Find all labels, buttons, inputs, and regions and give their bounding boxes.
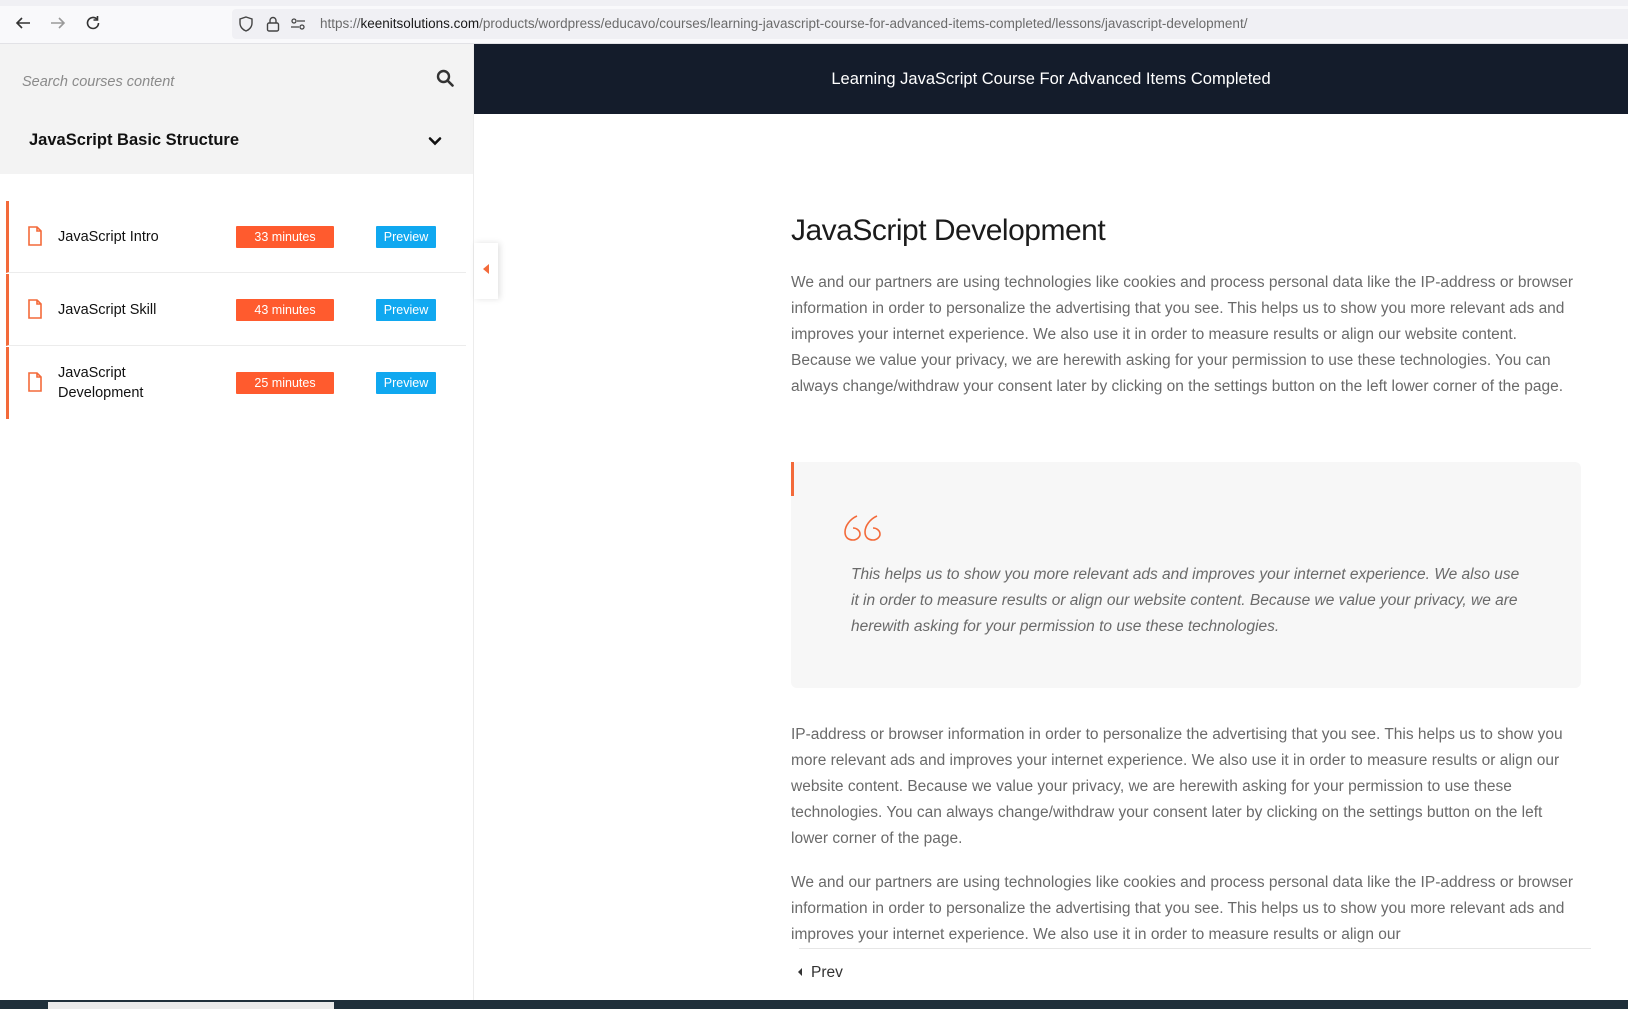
address-bar[interactable]: https://keenitsolutions.com/products/wor… [232,9,1628,39]
prev-button[interactable]: Prev [797,964,843,982]
caret-left-icon [797,964,803,982]
preview-badge[interactable]: Preview [376,372,436,394]
blockquote: This helps us to show you more relevant … [791,462,1581,688]
chevron-down-icon[interactable] [428,134,448,154]
course-title: Learning JavaScript Course For Advanced … [831,69,1271,88]
url-host: keenitsolutions.com [360,16,480,31]
lesson-heading: JavaScript Development [791,214,1106,247]
preview-badge[interactable]: Preview [376,299,436,321]
permissions-icon[interactable] [290,16,306,37]
paragraph-2: IP-address or browser information in ord… [791,726,1563,847]
lesson-title: JavaScript Development [58,365,144,401]
course-header: Learning JavaScript Course For Advanced … [474,44,1628,114]
url-prefix: https:// [320,16,361,31]
duration-badge: 33 minutes [236,226,334,248]
duration-badge: 25 minutes [236,372,334,394]
lesson-item-javascript-development[interactable]: JavaScript Development 25 minutes Previe… [6,347,466,419]
section-title[interactable]: JavaScript Basic Structure [29,131,239,150]
sidebar-toggle-button[interactable] [474,243,498,299]
lesson-title: JavaScript Intro [58,229,159,245]
paragraph-1: We and our partners are using technologi… [791,274,1574,395]
browser-toolbar: https://keenitsolutions.com/products/wor… [0,0,1628,44]
duration-badge: 43 minutes [236,299,334,321]
nav-divider [799,948,1591,949]
document-icon [27,226,45,248]
lesson-title: JavaScript Skill [58,302,157,318]
lock-icon[interactable] [266,16,280,37]
course-sidebar: JavaScript Basic Structure JavaScript In… [0,44,474,1000]
url-path: /products/wordpress/educavo/courses/lear… [479,16,1248,31]
reload-icon[interactable] [82,12,104,34]
lesson-item-javascript-intro[interactable]: JavaScript Intro 33 minutes Preview [6,201,466,273]
url-text[interactable]: https://keenitsolutions.com/products/wor… [320,16,1247,31]
caret-left-icon [482,262,490,280]
paragraph-3: We and our partners are using technologi… [791,874,1574,943]
lesson-item-javascript-skill[interactable]: JavaScript Skill 43 minutes Preview [6,274,466,346]
tab-strip [0,0,1628,6]
document-icon [27,372,45,394]
forward-arrow-icon[interactable] [47,12,69,34]
back-arrow-icon[interactable] [12,12,34,34]
document-icon [27,299,45,321]
prev-label: Prev [811,964,843,981]
preview-badge[interactable]: Preview [376,226,436,248]
sidebar-divider [473,44,474,1000]
taskbar-item[interactable] [48,1002,334,1009]
sidebar-search-area: JavaScript Basic Structure [0,44,474,174]
os-taskbar [0,1000,1628,1009]
quote-text: This helps us to show you more relevant … [851,566,1520,635]
search-icon[interactable] [436,69,458,91]
search-input[interactable] [20,64,424,100]
quote-accent-bar [791,462,794,496]
quote-icon [843,514,885,544]
shield-icon[interactable] [238,16,254,37]
